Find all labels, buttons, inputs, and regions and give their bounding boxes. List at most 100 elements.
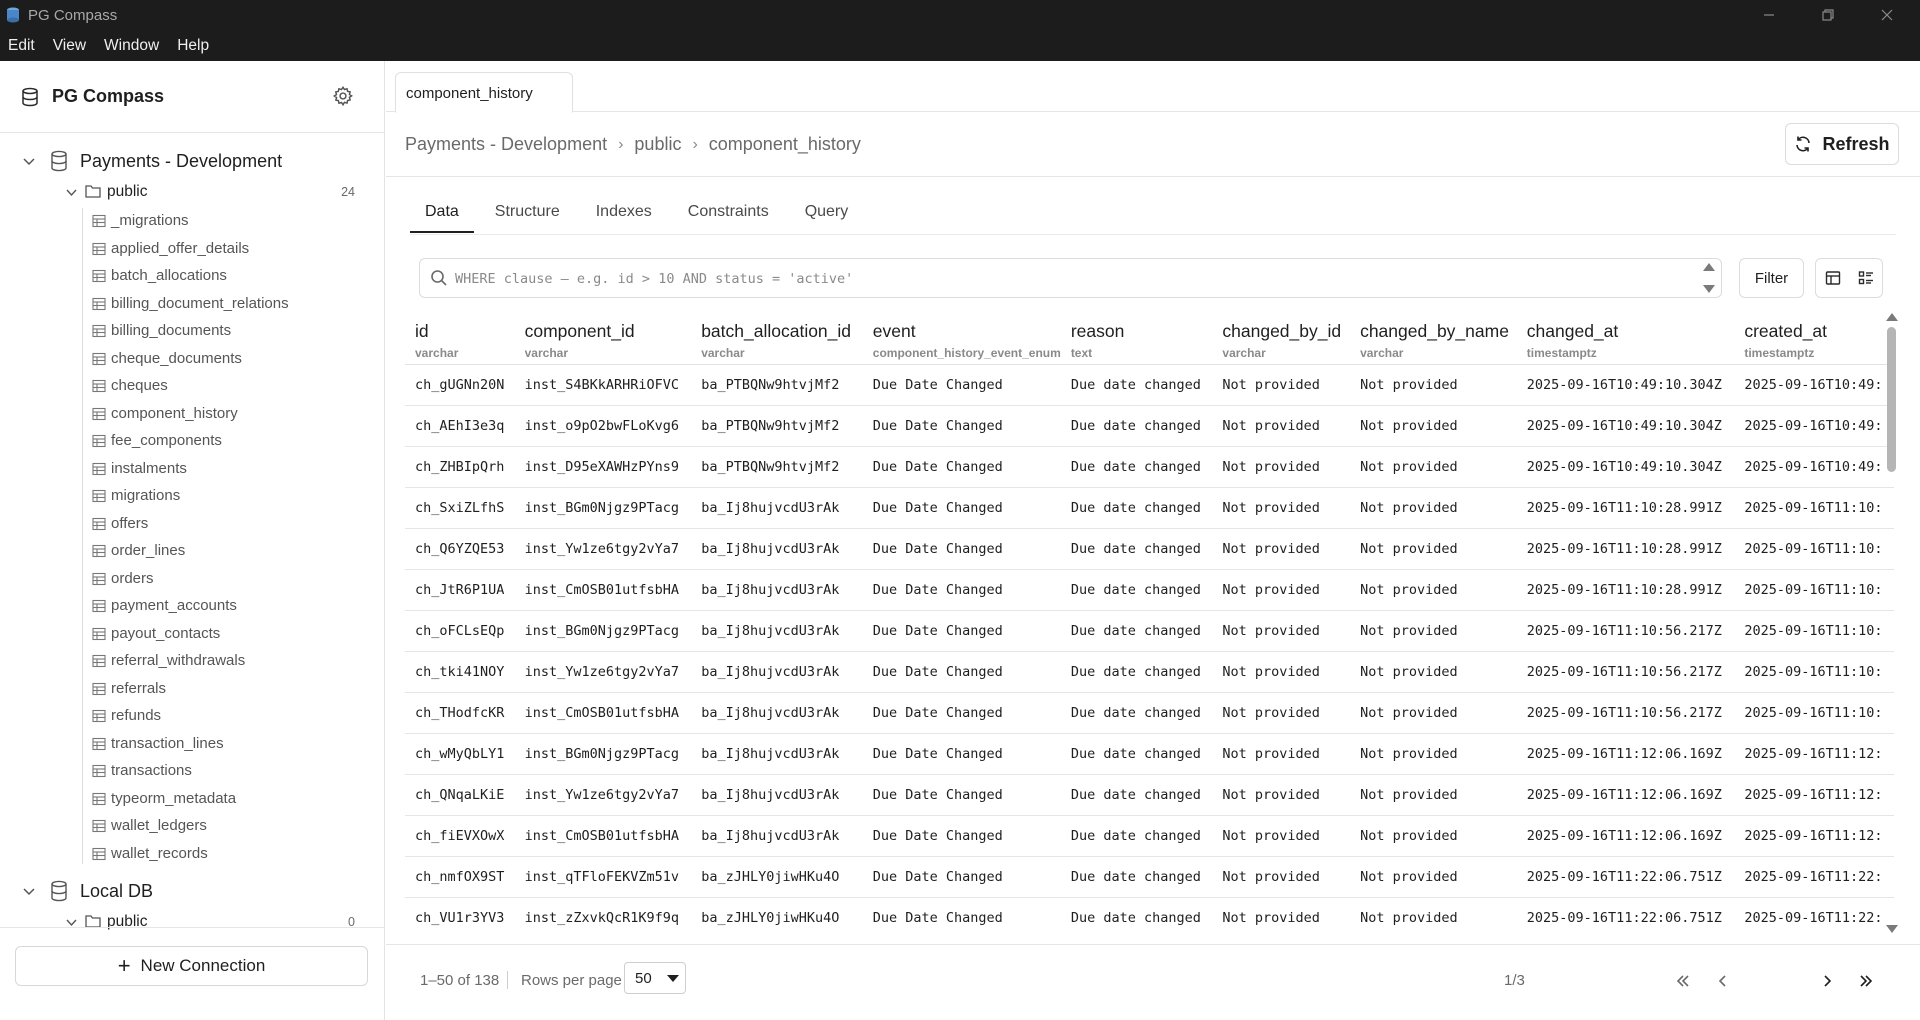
connection-payments-development[interactable]: Payments - Development	[0, 146, 385, 176]
column-header[interactable]: id varchar	[405, 312, 515, 365]
table-cell[interactable]: Not provided	[1350, 815, 1517, 857]
sidebar-item-table[interactable]: applied_offer_details	[0, 236, 385, 264]
table-cell[interactable]: Not provided	[1350, 364, 1517, 406]
menu-view[interactable]: View	[53, 37, 86, 55]
table-cell[interactable]: inst_Yw1ze6tgy2vYa7	[514, 651, 692, 693]
table-cell[interactable]: ch_THodfcKR	[405, 692, 515, 734]
table-cell[interactable]: Due date changed	[1060, 897, 1213, 932]
rows-per-page-select[interactable]: 50	[624, 962, 686, 994]
tab-indexes[interactable]: Indexes	[581, 193, 667, 233]
column-header[interactable]: batch_allocation_id varchar	[691, 312, 863, 365]
tab-component-history[interactable]: component_history	[395, 72, 573, 113]
table-cell[interactable]: Due date changed	[1060, 405, 1213, 447]
column-header[interactable]: event component_history_event_enum	[862, 312, 1061, 365]
table-cell[interactable]: ba_Ij8hujvcdU3rAk	[691, 651, 863, 693]
table-cell[interactable]: Due Date Changed	[862, 856, 1061, 898]
table-cell[interactable]: Due Date Changed	[862, 610, 1061, 652]
table-cell[interactable]: Not provided	[1212, 692, 1351, 734]
table-cell[interactable]: Not provided	[1212, 897, 1351, 932]
table-cell[interactable]: inst_BGm0Njgz9PTacg	[514, 610, 692, 652]
table-cell[interactable]: ba_Ij8hujvcdU3rAk	[691, 528, 863, 570]
sidebar-item-table[interactable]: batch_allocations	[0, 263, 385, 291]
sidebar-item-table[interactable]: orders	[0, 566, 385, 594]
sidebar-item-table[interactable]: wallet_ledgers	[0, 813, 385, 841]
table-cell[interactable]: inst_CmOSB01utfsbHA	[514, 815, 692, 857]
table-row[interactable]: ch_wMyQbLY1 inst_BGm0Njgz9PTacg ba_Ij8hujv…	[405, 733, 1894, 775]
sidebar-item-table[interactable]: transactions	[0, 758, 385, 786]
table-cell[interactable]: Not provided	[1350, 610, 1517, 652]
table-cell[interactable]: ba_Ij8hujvcdU3rAk	[691, 610, 863, 652]
table-cell[interactable]: ch_ZHBIpQrh	[405, 446, 515, 488]
table-cell[interactable]: ba_zJHLY0jiwHKu4O	[691, 856, 863, 898]
table-cell[interactable]: Not provided	[1212, 774, 1351, 816]
table-row[interactable]: ch_nmfOX9ST inst_qTFloFEKVZm51v ba_zJHLY0j…	[405, 856, 1894, 898]
table-cell[interactable]: Not provided	[1350, 897, 1517, 932]
scroll-down-icon[interactable]	[1886, 925, 1898, 933]
schema-public[interactable]: public 24	[0, 180, 385, 206]
table-cell[interactable]: 2025-09-16T11:10:	[1734, 528, 1894, 570]
sidebar-item-table[interactable]: component_history	[0, 401, 385, 429]
table-cell[interactable]: inst_BGm0Njgz9PTacg	[514, 487, 692, 529]
table-cell[interactable]: 2025-09-16T10:49:	[1734, 446, 1894, 488]
table-cell[interactable]: Due Date Changed	[862, 487, 1061, 529]
table-cell[interactable]: Due Date Changed	[862, 446, 1061, 488]
table-cell[interactable]: ba_PTBQNw9htvjMf2	[691, 446, 863, 488]
table-cell[interactable]: ba_PTBQNw9htvjMf2	[691, 405, 863, 447]
table-cell[interactable]: Due date changed	[1060, 692, 1213, 734]
table-cell[interactable]: 2025-09-16T11:10:	[1734, 569, 1894, 611]
sidebar-item-table[interactable]: payment_accounts	[0, 593, 385, 621]
table-row[interactable]: ch_AEhI3e3q inst_o9pO2bwFLoKvg6 ba_PTBQNw9…	[405, 405, 1894, 447]
table-cell[interactable]: Not provided	[1350, 569, 1517, 611]
sidebar-item-table[interactable]: wallet_records	[0, 841, 385, 869]
table-cell[interactable]: inst_qTFloFEKVZm51v	[514, 856, 692, 898]
table-cell[interactable]: 2025-09-16T11:12:	[1734, 733, 1894, 775]
table-cell[interactable]: ch_wMyQbLY1	[405, 733, 515, 775]
column-header[interactable]: reason text	[1060, 312, 1213, 365]
column-header[interactable]: changed_by_id varchar	[1212, 312, 1351, 365]
table-cell[interactable]: ch_Q6YZQE53	[405, 528, 515, 570]
table-cell[interactable]: Due Date Changed	[862, 815, 1061, 857]
table-cell[interactable]: inst_S4BKkARHRiOFVC	[514, 364, 692, 406]
table-cell[interactable]: Not provided	[1212, 528, 1351, 570]
table-cell[interactable]: inst_CmOSB01utfsbHA	[514, 569, 692, 611]
table-cell[interactable]: Due Date Changed	[862, 405, 1061, 447]
close-window-button[interactable]	[1858, 0, 1916, 30]
table-row[interactable]: ch_Q6YZQE53 inst_Yw1ze6tgy2vYa7 ba_Ij8hujv…	[405, 528, 1894, 570]
table-cell[interactable]: Due date changed	[1060, 774, 1213, 816]
sidebar-item-table[interactable]: migrations	[0, 483, 385, 511]
table-cell[interactable]: Due date changed	[1060, 446, 1213, 488]
detail-view-button[interactable]	[1849, 259, 1882, 297]
table-cell[interactable]: inst_D95eXAWHzPYns9	[514, 446, 692, 488]
table-cell[interactable]: Not provided	[1212, 405, 1351, 447]
table-cell[interactable]: Not provided	[1212, 815, 1351, 857]
table-cell[interactable]: Not provided	[1212, 446, 1351, 488]
table-cell[interactable]: ba_Ij8hujvcdU3rAk	[691, 692, 863, 734]
table-cell[interactable]: 2025-09-16T11:22:06.751Z	[1516, 856, 1735, 898]
filter-button[interactable]: Filter	[1739, 258, 1804, 298]
table-cell[interactable]: 2025-09-16T10:49:	[1734, 364, 1894, 406]
last-page-button[interactable]	[1854, 969, 1878, 993]
grid-view-button[interactable]	[1816, 259, 1849, 297]
table-cell[interactable]: Due Date Changed	[862, 733, 1061, 775]
table-row[interactable]: ch_VU1r3YV3 inst_zZxvkQcR1K9f9q ba_zJHLY0j…	[405, 897, 1894, 932]
table-cell[interactable]: inst_CmOSB01utfsbHA	[514, 692, 692, 734]
sidebar-item-table[interactable]: referrals	[0, 676, 385, 704]
sidebar-item-table[interactable]: cheques	[0, 373, 385, 401]
sidebar-item-table[interactable]: typeorm_metadata	[0, 786, 385, 814]
table-cell[interactable]: Due date changed	[1060, 651, 1213, 693]
table-cell[interactable]: 2025-09-16T11:22:	[1734, 856, 1894, 898]
table-cell[interactable]: Due Date Changed	[862, 651, 1061, 693]
table-cell[interactable]: inst_BGm0Njgz9PTacg	[514, 733, 692, 775]
table-cell[interactable]: Not provided	[1350, 774, 1517, 816]
table-cell[interactable]: Not provided	[1350, 528, 1517, 570]
sidebar-item-table[interactable]: instalments	[0, 456, 385, 484]
sidebar-item-table[interactable]: referral_withdrawals	[0, 648, 385, 676]
sidebar-item-table[interactable]: _migrations	[0, 208, 385, 236]
table-cell[interactable]: ba_Ij8hujvcdU3rAk	[691, 487, 863, 529]
gear-icon[interactable]	[332, 85, 354, 107]
table-cell[interactable]: Not provided	[1212, 733, 1351, 775]
table-cell[interactable]: 2025-09-16T11:10:56.217Z	[1516, 610, 1735, 652]
table-cell[interactable]: Not provided	[1212, 610, 1351, 652]
table-cell[interactable]: Not provided	[1212, 487, 1351, 529]
sidebar-item-table[interactable]: transaction_lines	[0, 731, 385, 759]
